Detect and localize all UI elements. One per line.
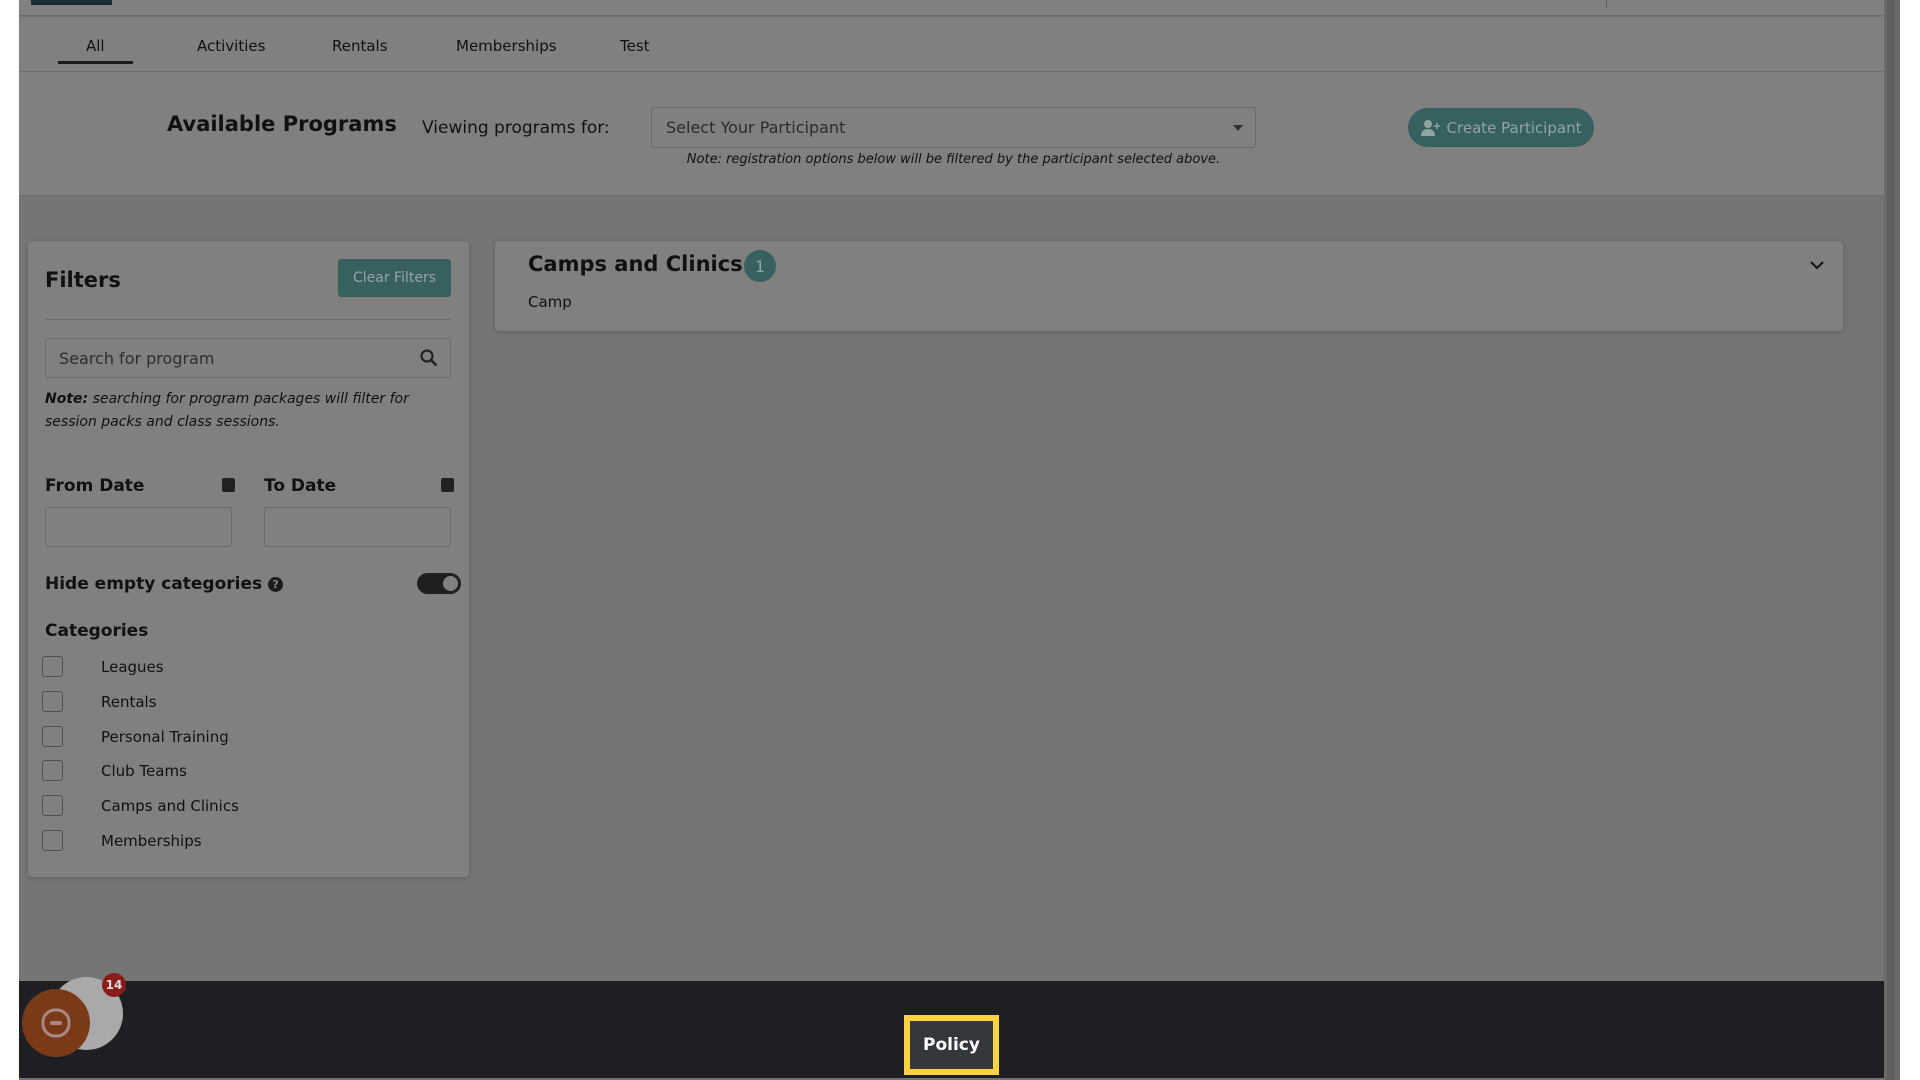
logo[interactable]: [31, 0, 112, 5]
category-checkbox[interactable]: [42, 691, 63, 712]
chevron-down-icon[interactable]: [1809, 259, 1825, 271]
from-date-input[interactable]: [45, 507, 232, 547]
search-input[interactable]: Search for program: [45, 338, 451, 378]
calendar-icon[interactable]: [222, 478, 235, 492]
programs-header: Available Programs Viewing programs for:…: [19, 72, 1885, 196]
create-participant-label: Create Participant: [1446, 118, 1582, 137]
hide-empty-text: Hide empty categories: [45, 574, 263, 594]
category-label: Memberships: [101, 832, 202, 850]
search-note: Note: searching for program packages wil…: [45, 388, 455, 434]
page: All Activities Rentals Memberships Test …: [19, 0, 1885, 1080]
from-date-label: From Date: [45, 476, 145, 496]
note-text: searching for program packages will filt…: [45, 391, 409, 430]
category-label: Club Teams: [101, 762, 187, 780]
count-badge: 1: [744, 250, 776, 282]
search-placeholder: Search for program: [59, 349, 215, 368]
create-participant-button[interactable]: Create Participant: [1408, 108, 1594, 147]
category-checkbox[interactable]: [42, 830, 63, 851]
divider: [1606, 0, 1607, 8]
category-label: Personal Training: [101, 728, 229, 746]
top-bar: [19, 0, 1885, 16]
policy-link[interactable]: Policy: [904, 1015, 999, 1075]
chat-button[interactable]: [22, 989, 90, 1057]
hide-empty-label: Hide empty categories?: [45, 574, 284, 594]
category-title: Camps and Clinics: [528, 252, 743, 276]
tab-rentals[interactable]: Rentals: [332, 37, 388, 55]
categories-title: Categories: [45, 621, 149, 641]
tab-all[interactable]: All: [58, 37, 133, 64]
category-label: Camps and Clinics: [101, 797, 239, 815]
filters-title: Filters: [45, 268, 121, 292]
caret-down-icon: [1233, 125, 1243, 131]
to-date-label: To Date: [264, 476, 337, 496]
to-date-input[interactable]: [264, 507, 451, 547]
viewing-label: Viewing programs for:: [422, 118, 610, 138]
program-tabs: All Activities Rentals Memberships Test: [19, 17, 1885, 72]
participant-note: Note: registration options below will be…: [686, 152, 1221, 167]
category-subtitle: Camp: [528, 293, 572, 311]
tab-memberships[interactable]: Memberships: [456, 37, 557, 55]
clear-filters-button[interactable]: Clear Filters: [338, 259, 451, 297]
category-label: Leagues: [101, 658, 164, 676]
category-checkbox[interactable]: [42, 795, 63, 816]
note-bold: Note:: [45, 391, 89, 407]
filters-panel: Filters Clear Filters Search for program…: [28, 241, 469, 877]
divider: [45, 319, 451, 320]
user-plus-icon: [1420, 119, 1440, 136]
category-checkbox[interactable]: [42, 656, 63, 677]
category-checkbox[interactable]: [42, 726, 63, 747]
hide-empty-toggle[interactable]: [417, 573, 461, 594]
scrollbar-thumb[interactable]: [1887, 0, 1895, 1080]
participant-select-value: Select Your Participant: [666, 118, 846, 137]
category-label: Rentals: [101, 693, 157, 711]
help-icon[interactable]: ?: [268, 576, 284, 592]
category-checkbox[interactable]: [42, 760, 63, 781]
tab-activities[interactable]: Activities: [197, 37, 265, 55]
participant-select[interactable]: Select Your Participant: [651, 107, 1256, 148]
category-card[interactable]: Camps and Clinics 1 Camp: [495, 241, 1843, 331]
notification-badge: 14: [102, 973, 126, 997]
footer: Policy: [19, 981, 1885, 1078]
tab-test[interactable]: Test: [620, 37, 650, 55]
chat-icon: [41, 1008, 71, 1038]
page-title: Available Programs: [167, 112, 397, 136]
calendar-icon[interactable]: [441, 478, 454, 492]
search-icon[interactable]: [420, 349, 438, 367]
